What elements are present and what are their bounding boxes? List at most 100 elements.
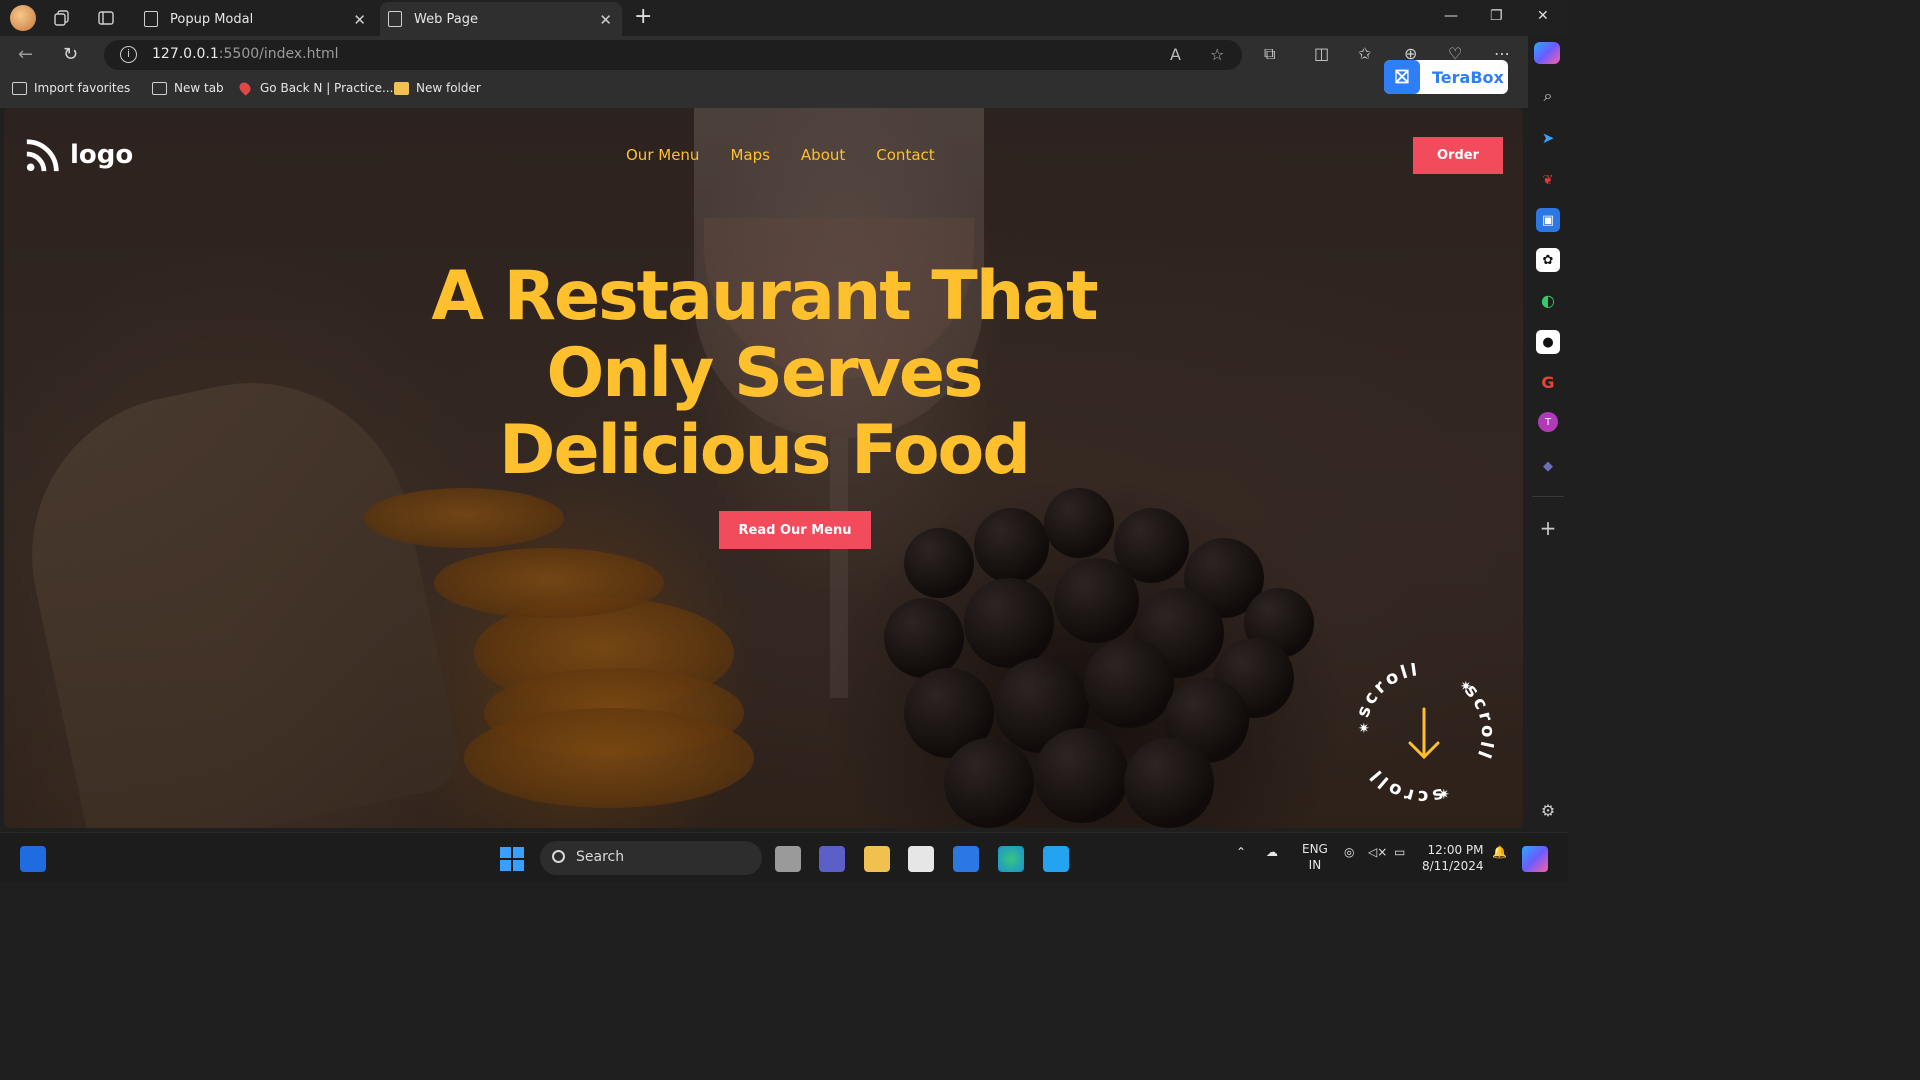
scroll-text-1: scroll	[1353, 659, 1419, 720]
logo-text: logo	[70, 140, 134, 170]
folder-icon	[394, 81, 409, 95]
site-info-icon[interactable]: i	[120, 46, 137, 63]
minimize-button[interactable]: —	[1444, 8, 1458, 24]
bookmark-new-folder[interactable]: New folder	[394, 81, 481, 95]
microsoft-store-icon[interactable]	[908, 846, 934, 872]
chatgpt-icon[interactable]: ✿	[1536, 248, 1560, 272]
page-icon	[388, 11, 402, 27]
bookmark-label: Import favorites	[34, 81, 131, 95]
sidebar-settings-icon[interactable]: ⚙	[1536, 798, 1560, 822]
clock-time: 12:00 PM	[1427, 843, 1484, 857]
nav-link-our-menu[interactable]: Our Menu	[626, 146, 699, 164]
windows-taskbar: Search ⌃ ☁ ENG IN ◎ ◁× ▭ 12:00 PM 8/11/2…	[0, 832, 1568, 882]
teams-icon[interactable]	[819, 846, 845, 872]
extensions-icon[interactable]: ⧉	[1264, 44, 1275, 64]
volume-muted-icon[interactable]: ◁×	[1368, 845, 1387, 859]
bookmark-go-back-n[interactable]: Go Back N | Practice...	[237, 80, 394, 96]
address-bar[interactable]: i 127.0.0.1:5500/index.html A ☆	[104, 40, 1242, 70]
url-path: :5500/index.html	[218, 46, 339, 62]
file-explorer-icon[interactable]	[864, 846, 890, 872]
main-nav: Our Menu Maps About Contact	[626, 146, 935, 164]
vscode-icon[interactable]	[1043, 846, 1069, 872]
language-indicator[interactable]: ENG IN	[1302, 841, 1328, 873]
import-icon	[12, 81, 27, 95]
back-arrow-icon[interactable]: ←	[18, 44, 33, 65]
close-tab-icon[interactable]: ✕	[599, 11, 612, 29]
widgets-icon[interactable]	[20, 846, 46, 872]
nav-link-maps[interactable]: Maps	[730, 146, 769, 164]
task-view-icon[interactable]	[775, 846, 801, 872]
tab-title: Popup Modal	[170, 11, 254, 27]
address-toolbar: ← ↻ i 127.0.0.1:5500/index.html A ☆	[0, 36, 1528, 72]
extension-t-icon[interactable]: T	[1538, 412, 1558, 432]
profile-avatar[interactable]	[10, 5, 36, 31]
google-icon[interactable]: G	[1536, 370, 1560, 394]
url-text[interactable]: 127.0.0.1:5500/index.html	[152, 46, 339, 62]
workspaces-icon[interactable]	[50, 6, 74, 30]
search-icon	[552, 850, 565, 863]
terabox-extension-badge[interactable]: ⛝ TeraBox	[1384, 60, 1508, 94]
taskbar-search-label: Search	[576, 849, 625, 865]
tab-web-page[interactable]: Web Page ✕	[380, 2, 622, 36]
nav-link-contact[interactable]: Contact	[876, 146, 934, 164]
url-host: 127.0.0.1	[152, 46, 219, 62]
tab-icon	[152, 81, 167, 95]
copilot-icon[interactable]	[1534, 42, 1560, 64]
site-logo[interactable]: logo	[24, 136, 133, 174]
web-page-viewport: logo Our Menu Maps About Contact Order A…	[4, 108, 1523, 828]
sidebar-divider	[1532, 496, 1564, 497]
close-tab-icon[interactable]: ✕	[353, 11, 366, 29]
notification-bell-icon[interactable]: 🔔	[1492, 845, 1507, 859]
add-sidebar-app-icon[interactable]: +	[1536, 516, 1560, 540]
start-button[interactable]	[499, 846, 525, 872]
taskbar-search[interactable]: Search	[540, 841, 762, 875]
clock[interactable]: 12:00 PM 8/11/2024	[1422, 842, 1484, 874]
bookmark-import-favorites[interactable]: Import favorites	[12, 81, 130, 95]
refresh-icon[interactable]: ↻	[63, 44, 78, 65]
show-hidden-icons[interactable]: ⌃	[1236, 845, 1246, 859]
github-icon[interactable]: ●	[1536, 330, 1560, 354]
svg-text:✷: ✷	[1358, 721, 1370, 737]
restore-button[interactable]: ❐	[1490, 8, 1503, 24]
scroll-ring-text: scroll	[1354, 663, 1421, 720]
hero-line: A Restaurant That	[431, 257, 1098, 336]
network-icon[interactable]: ◎	[1344, 845, 1354, 859]
extension-red-icon[interactable]: ❦	[1536, 168, 1560, 192]
copilot-taskbar-icon[interactable]	[1522, 846, 1548, 872]
arrow-down-icon	[1408, 707, 1440, 760]
order-button[interactable]: Order	[1413, 137, 1503, 174]
page-icon	[144, 11, 158, 27]
close-window-button[interactable]: ✕	[1537, 8, 1549, 24]
bookmark-new-tab[interactable]: New tab	[152, 81, 224, 95]
extension-green-icon[interactable]: ◐	[1536, 288, 1560, 312]
rss-logo-icon	[26, 139, 59, 172]
scroll-badge[interactable]: scroll scroll scroll ✷ ✷ ✷	[1353, 659, 1496, 807]
read-aloud-icon[interactable]: A	[1170, 45, 1181, 64]
telegram-icon[interactable]: ➤	[1536, 126, 1560, 150]
edge-icon[interactable]	[998, 846, 1024, 872]
svg-text:✷: ✷	[1460, 679, 1472, 695]
scroll-text-3: scroll	[1365, 764, 1443, 807]
edge-sidebar: ⌕ ➤ ❦ ▣ ✿ ◐ ● G T ◆ + ⚙	[1528, 72, 1568, 832]
vertical-tabs-icon[interactable]	[94, 6, 118, 30]
new-tab-button[interactable]: +	[634, 4, 652, 29]
hero-line: Delicious Food	[499, 411, 1031, 490]
read-menu-button[interactable]: Read Our Menu	[719, 511, 871, 549]
onedrive-icon[interactable]: ☁	[1266, 845, 1278, 859]
contacts-icon[interactable]: ▣	[1536, 208, 1560, 232]
favorite-star-icon[interactable]: ☆	[1210, 45, 1224, 64]
clock-date: 8/11/2024	[1422, 859, 1484, 873]
split-screen-icon[interactable]: ◫	[1314, 44, 1329, 63]
extension-cat-icon[interactable]: ◆	[1536, 454, 1560, 478]
app-window-icon[interactable]	[953, 846, 979, 872]
svg-text:✷: ✷	[1438, 787, 1450, 803]
hero-line: Only Serves	[546, 334, 983, 413]
bookmark-label: New tab	[174, 81, 224, 95]
battery-icon[interactable]: ▭	[1394, 845, 1405, 859]
bookmark-label: Go Back N | Practice...	[260, 81, 394, 95]
nav-link-about[interactable]: About	[801, 146, 845, 164]
tab-popup-modal[interactable]: Popup Modal ✕	[136, 2, 376, 36]
search-icon[interactable]: ⌕	[1536, 84, 1560, 108]
gfg-icon	[237, 80, 253, 96]
favorites-icon[interactable]: ✩	[1358, 44, 1371, 63]
